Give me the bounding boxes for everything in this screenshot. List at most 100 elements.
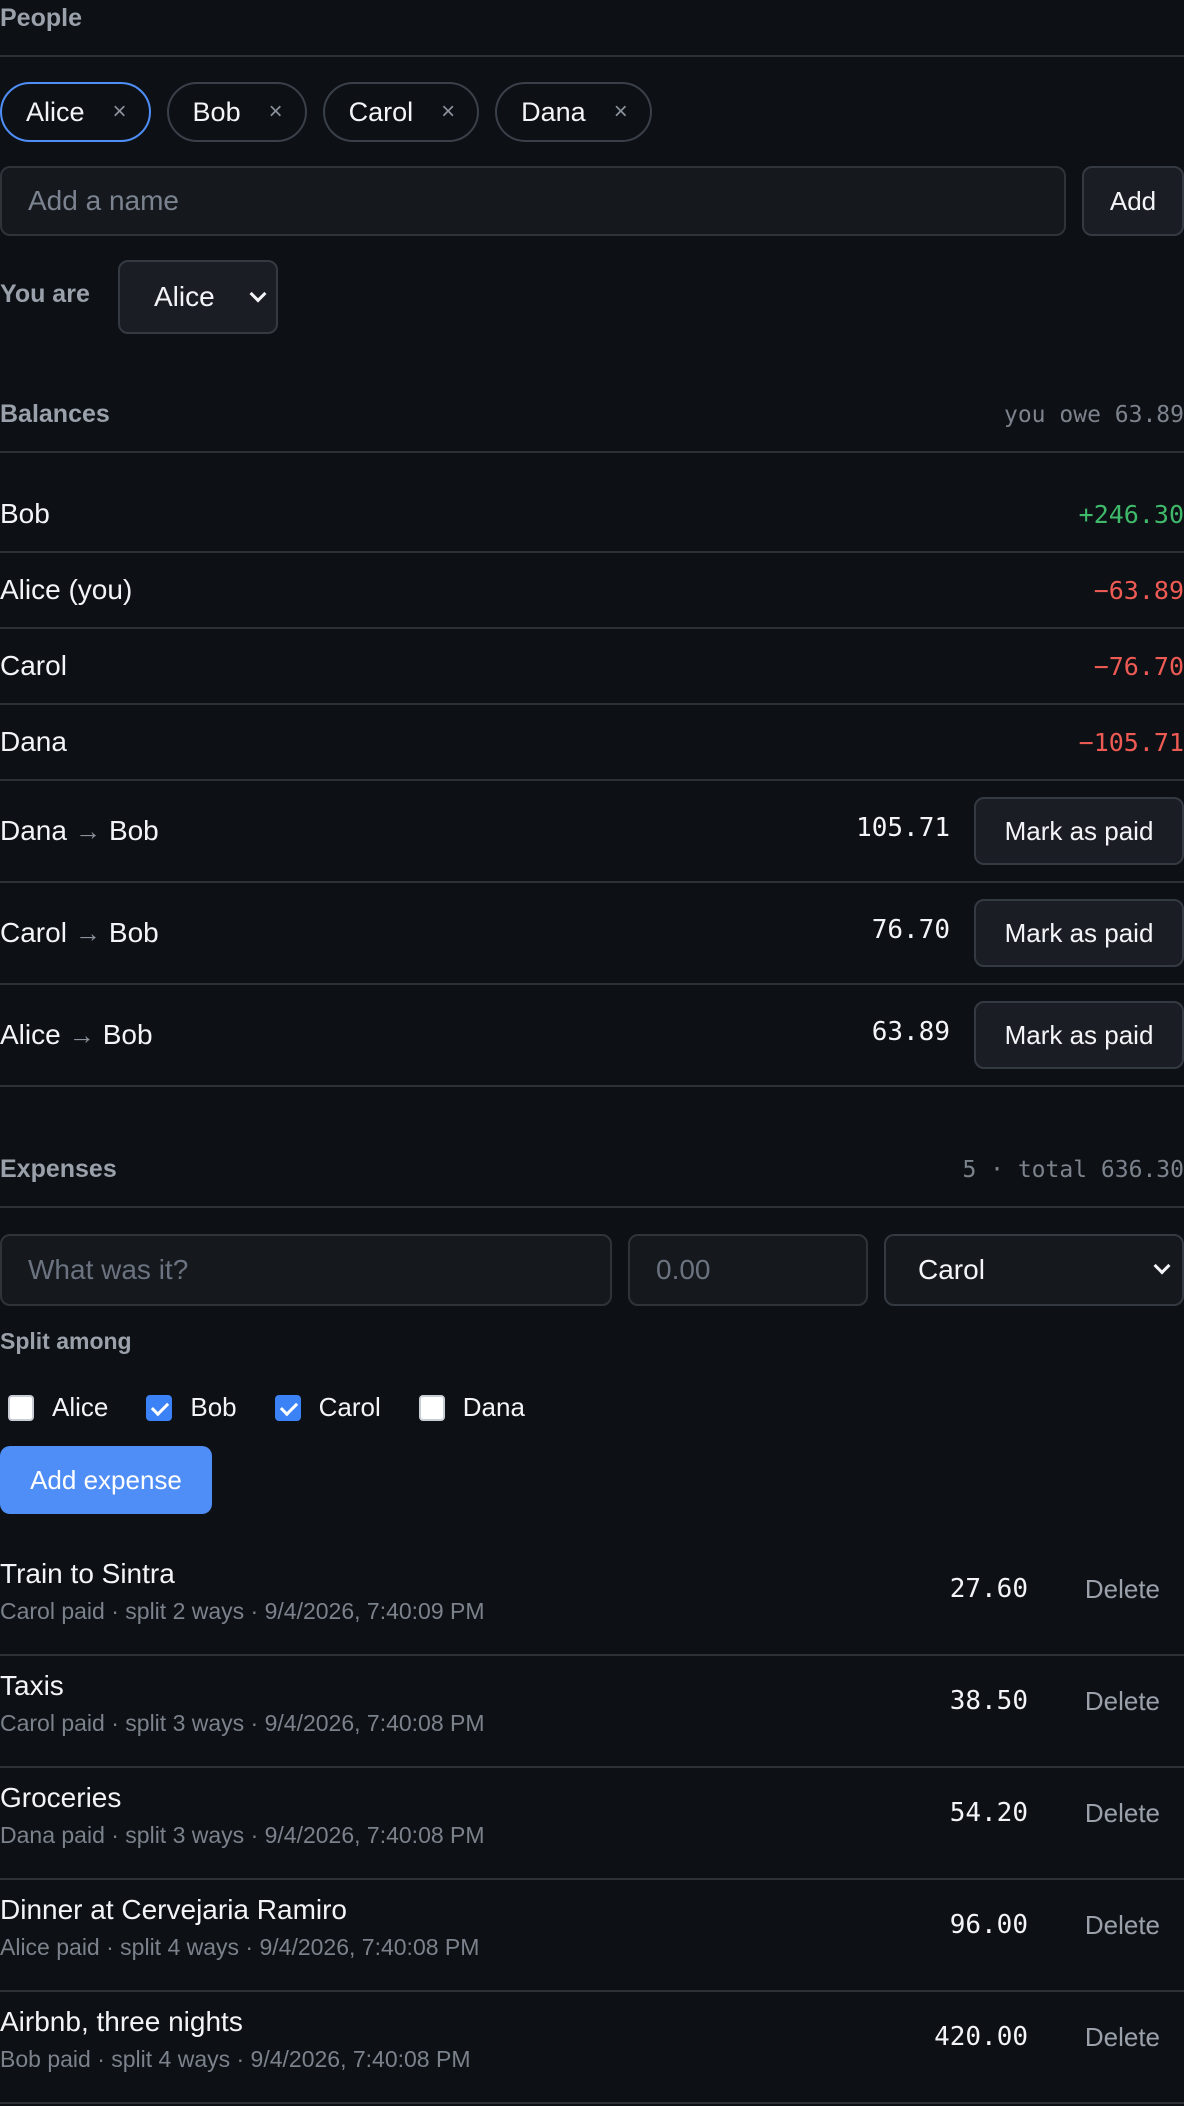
mark-as-paid-button[interactable]: Mark as paid (974, 1001, 1184, 1069)
remove-person-icon[interactable]: × (614, 98, 628, 126)
divider (0, 1206, 1184, 1208)
balance-name: Bob (0, 498, 50, 529)
arrow-right-icon: → (74, 815, 101, 846)
expense-row: Train to Sintra Carol paid · split 2 way… (0, 1544, 1184, 1656)
delete-expense-button[interactable]: Delete (1085, 1910, 1160, 1941)
you-are-select[interactable]: Alice (118, 260, 278, 334)
split-option-carol[interactable]: Carol (267, 1392, 381, 1423)
add-name-input[interactable]: Add a name (0, 166, 1066, 236)
settlement-amount: 105.71 (856, 813, 950, 843)
add-expense-button[interactable]: Add expense (0, 1446, 212, 1514)
remove-person-icon[interactable]: × (441, 98, 455, 126)
expense-row: Taxis Carol paid · split 3 ways · 9/4/20… (0, 1656, 1184, 1768)
settlement-amount: 63.89 (871, 1017, 950, 1047)
expenses-title: Expenses (0, 1155, 117, 1183)
chevron-down-icon (249, 285, 267, 303)
expense-amount: 38.50 (949, 1686, 1028, 1716)
balances-header: Balances you owe 63.89 (0, 400, 1184, 429)
person-chip-label: Alice (26, 96, 85, 127)
settlement-to: Bob (108, 917, 159, 948)
person-chip-alice[interactable]: Alice × (0, 82, 151, 142)
person-chip-dana[interactable]: Dana × (495, 82, 652, 142)
payer-select[interactable]: Carol (884, 1234, 1184, 1306)
divider (0, 451, 1184, 453)
person-chip-label: Bob (192, 96, 241, 127)
delete-expense-button[interactable]: Delete (1085, 1798, 1160, 1829)
expenses-header: Expenses 5 · total 636.30 (0, 1155, 1184, 1184)
settlement-to: Bob (102, 1019, 153, 1050)
balance-row: Carol −76.70 (0, 629, 1184, 705)
expense-row: Groceries Dana paid · split 3 ways · 9/4… (0, 1768, 1184, 1880)
chevron-down-icon (1153, 1257, 1171, 1275)
people-title: People (0, 4, 82, 32)
settlement-row: Carol → Bob 76.70 Mark as paid (0, 883, 1184, 985)
expense-row: Airbnb, three nights Bob paid · split 4 … (0, 1992, 1184, 2104)
settlement-parties: Alice → Bob (0, 1019, 153, 1051)
split-option-dana[interactable]: Dana (411, 1392, 525, 1423)
balances-summary: you owe 63.89 (1003, 401, 1184, 428)
delete-expense-button[interactable]: Delete (1085, 2022, 1160, 2053)
expense-title: Groceries (0, 1782, 122, 1813)
balance-amount: −63.89 (1093, 575, 1184, 605)
payer-value: Carol (918, 1254, 985, 1285)
expense-amount: 420.00 (934, 2022, 1028, 2052)
remove-person-icon[interactable]: × (269, 98, 283, 126)
balance-amount: +246.30 (1078, 499, 1184, 529)
you-are-label: You are (0, 280, 90, 308)
remove-person-icon[interactable]: × (113, 98, 127, 126)
split-option-alice[interactable]: Alice (0, 1392, 108, 1423)
settlement-parties: Dana → Bob (0, 815, 159, 847)
you-are-value: Alice (154, 281, 215, 312)
split-option-bob[interactable]: Bob (138, 1392, 237, 1423)
delete-expense-button[interactable]: Delete (1085, 1574, 1160, 1605)
expense-description-input[interactable]: What was it? (0, 1234, 612, 1306)
divider (0, 55, 1184, 57)
split-option-label: Carol (318, 1392, 381, 1422)
delete-expense-button[interactable]: Delete (1085, 1686, 1160, 1717)
settlement-from: Dana (0, 815, 67, 846)
people-header: People (0, 4, 1184, 33)
split-option-label: Bob (190, 1392, 237, 1422)
split-checkbox[interactable] (146, 1394, 173, 1421)
split-checkbox[interactable] (274, 1394, 301, 1421)
add-person-button[interactable]: Add (1082, 166, 1184, 236)
mark-as-paid-button[interactable]: Mark as paid (974, 899, 1184, 967)
settlement-to: Bob (108, 815, 159, 846)
balance-amount: −76.70 (1093, 651, 1184, 681)
settlement-row: Alice → Bob 63.89 Mark as paid (0, 985, 1184, 1087)
settlement-parties: Carol → Bob (0, 917, 159, 949)
balance-row: Bob +246.30 (0, 477, 1184, 553)
arrow-right-icon: → (74, 917, 101, 948)
split-option-label: Alice (52, 1392, 109, 1422)
people-chips: Alice × Bob × Carol × Dana × (0, 82, 652, 142)
expense-meta: Dana paid · split 3 ways · 9/4/2026, 7:4… (0, 1822, 485, 1848)
settlement-from: Carol (0, 917, 67, 948)
expense-meta: Bob paid · split 4 ways · 9/4/2026, 7:40… (0, 2046, 471, 2072)
expense-amount: 27.60 (949, 1574, 1028, 1604)
expense-meta: Carol paid · split 2 ways · 9/4/2026, 7:… (0, 1598, 485, 1624)
expense-amount: 96.00 (949, 1910, 1028, 1940)
settlement-amount: 76.70 (871, 915, 950, 945)
balance-row: Alice (you) −63.89 (0, 553, 1184, 629)
expense-row: Dinner at Cervejaria Ramiro Alice paid ·… (0, 1880, 1184, 1992)
splitter-page: People Alice × Bob × Carol × Dana × Add … (0, 0, 1184, 2106)
expense-title: Dinner at Cervejaria Ramiro (0, 1894, 348, 1925)
balance-row: Dana −105.71 (0, 705, 1184, 781)
balance-name: Carol (0, 650, 67, 681)
person-chip-bob[interactable]: Bob × (166, 82, 307, 142)
balance-amount: −105.71 (1078, 727, 1184, 757)
expense-amount: 54.20 (949, 1798, 1028, 1828)
split-option-label: Dana (462, 1392, 525, 1422)
arrow-right-icon: → (68, 1019, 95, 1050)
expense-meta: Alice paid · split 4 ways · 9/4/2026, 7:… (0, 1934, 480, 1960)
split-checkbox[interactable] (418, 1394, 445, 1421)
person-chip-carol[interactable]: Carol × (322, 82, 480, 142)
mark-as-paid-button[interactable]: Mark as paid (974, 797, 1184, 865)
expense-amount-input[interactable]: 0.00 (628, 1234, 868, 1306)
expenses-summary: 5 · total 636.30 (962, 1156, 1184, 1183)
split-checkbox[interactable] (8, 1394, 34, 1421)
settlement-from: Alice (0, 1019, 61, 1050)
settlement-row: Dana → Bob 105.71 Mark as paid (0, 781, 1184, 883)
balance-name: Dana (0, 726, 67, 757)
person-chip-label: Dana (521, 96, 586, 127)
